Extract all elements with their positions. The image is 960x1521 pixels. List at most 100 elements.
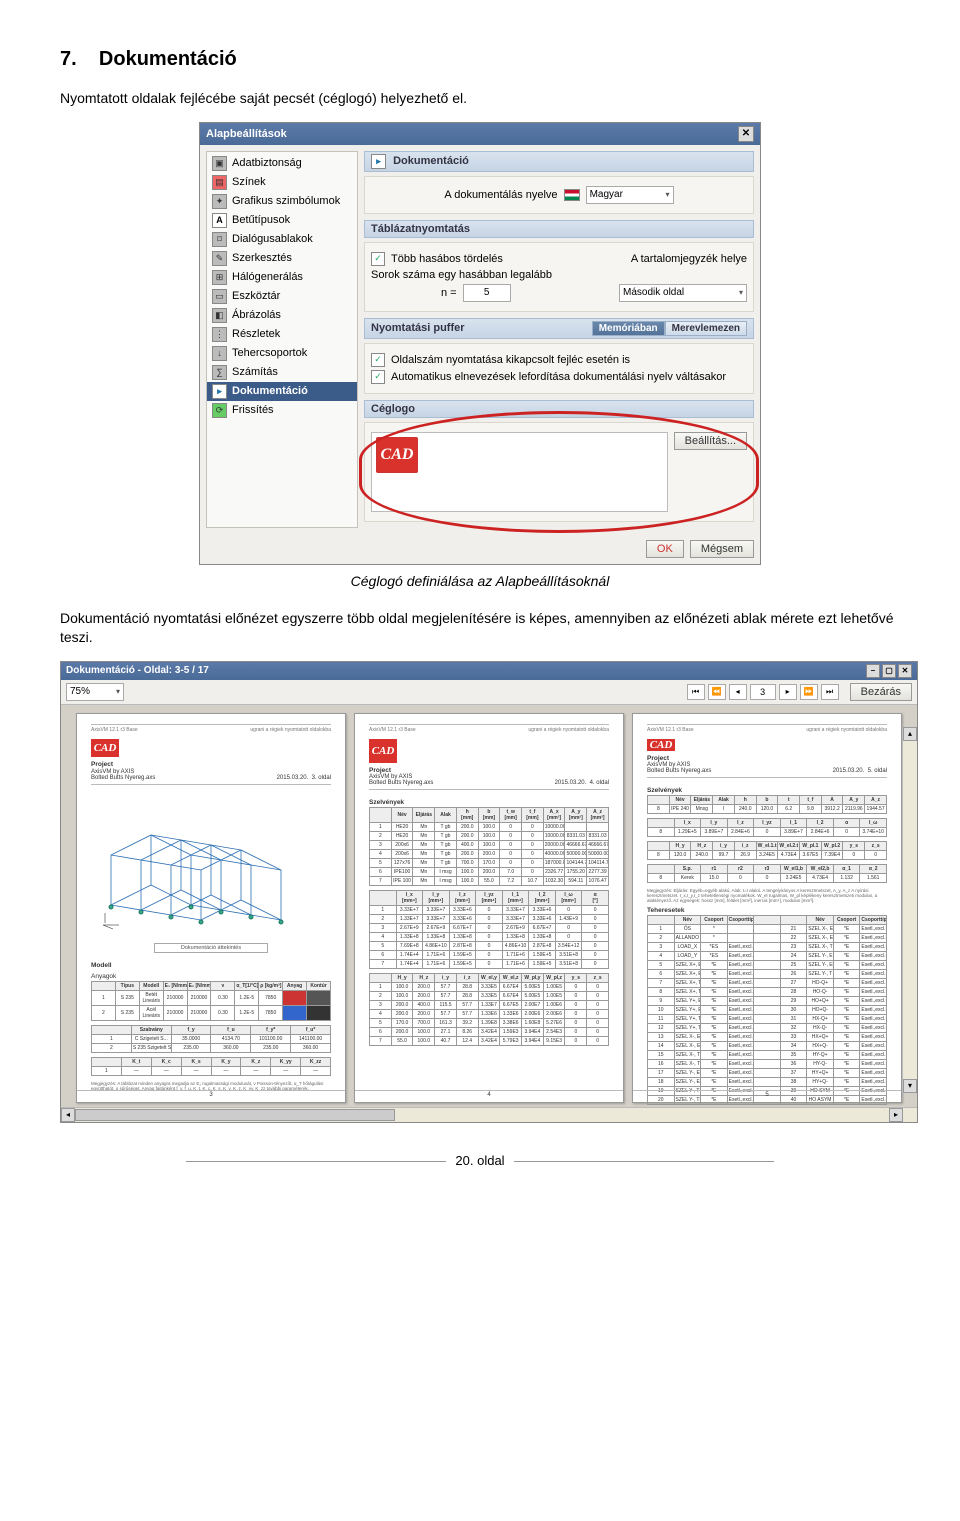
preview-page: AxisVM 12.1 r3 Baseugrani a régiek nyomt…	[632, 713, 902, 1103]
zoom-dropdown[interactable]: 75%	[66, 683, 124, 701]
preview-title: Dokumentáció - Oldal: 3-5 / 17	[66, 665, 209, 676]
buffer-memory-button[interactable]: Memóriában	[592, 321, 665, 336]
sidebar-item-colors[interactable]: ▤Színek	[207, 173, 357, 192]
nav-next-fast-button[interactable]: ⏩	[800, 684, 818, 700]
n-input[interactable]: 5	[463, 284, 511, 302]
sections-p5-table4: S.p.r1r2r3W_el1,bW_el2,bα_1α_2 8Kerek15.…	[647, 864, 887, 883]
multi-column-checkbox[interactable]: ✓	[371, 252, 385, 266]
calc-icon: ∑	[212, 365, 227, 380]
lang-value: Magyar	[590, 189, 623, 200]
sidebar-item-update[interactable]: ⟳Frissítés	[207, 401, 357, 420]
nav-prev-fast-button[interactable]: ⏪	[708, 684, 726, 700]
footer-pagenum: 20. oldal	[455, 1153, 504, 1168]
sidebar-item-label: Számítás	[232, 366, 278, 378]
pagenumber-label: Oldalszám nyomtatása kikapcsolt fejléc e…	[391, 354, 630, 366]
sidebar-item-loads[interactable]: ↓ Tehercsoportok	[207, 344, 357, 363]
project-file: Bolted Butts Nyereg.axs	[647, 768, 711, 775]
sidebar-item-label: Betűtípusok	[232, 214, 290, 226]
close-preview-button[interactable]: Bezárás	[850, 683, 912, 701]
tableprint-section: ✓ Több hasábos tördelés A tartalomjegyzé…	[364, 242, 754, 312]
materials-table: TípusModellE₁ [N/mm²]E₂ [N/mm²]να_T[1/°C…	[91, 981, 331, 1021]
pagenumber-checkbox[interactable]: ✓	[371, 353, 385, 367]
page-footer: 20. oldal	[60, 1153, 900, 1168]
sidebar-item-mesh[interactable]: ⊞Hálógenerálás	[207, 268, 357, 287]
page-number: 4	[355, 1090, 623, 1098]
date: 2015.03.20.	[277, 775, 309, 781]
close-icon[interactable]: ✕	[738, 126, 754, 142]
autotranslate-checkbox[interactable]: ✓	[371, 370, 385, 384]
wireframe-3d-view	[91, 795, 331, 935]
lang-dropdown[interactable]: Magyar	[586, 186, 674, 204]
rows-label: Sorok száma egy hasábban legalább	[371, 269, 552, 281]
dialog-titlebar: Alapbeállítások ✕	[200, 123, 760, 145]
company-logo-icon: CAD	[91, 739, 119, 758]
minimize-icon[interactable]: –	[866, 664, 880, 678]
sections-p5-table1: NévEljárásAlakhbtt_fAA_yA_z 8IPE 240Mnsg…	[647, 795, 887, 814]
scrollbar-thumb[interactable]	[75, 1109, 395, 1121]
maximize-icon[interactable]: ▢	[882, 664, 896, 678]
page-label: 5. oldal	[868, 768, 887, 774]
sidebar-item-calc[interactable]: ∑ Számítás	[207, 363, 357, 382]
sidebar-item-documentation[interactable]: ▸Dokumentáció	[207, 382, 357, 401]
sidebar-item-display[interactable]: ◧Ábrázolás	[207, 306, 357, 325]
sidebar-item-label: Frissítés	[232, 404, 274, 416]
toc-label: A tartalomjegyzék helye	[631, 253, 747, 265]
panel-header-label: Dokumentáció	[393, 155, 469, 167]
symbol-icon: ✦	[212, 194, 227, 209]
vertical-scrollbar[interactable]	[902, 727, 917, 1093]
preview-titlebar: Dokumentáció - Oldal: 3-5 / 17 – ▢ ✕	[61, 662, 917, 680]
nav-last-button[interactable]: ⏭	[821, 684, 839, 700]
flag-hungary-icon	[564, 189, 580, 201]
toc-dropdown[interactable]: Második oldal	[619, 284, 747, 302]
logo-preview-box: CAD	[371, 432, 668, 512]
page-number-input[interactable]: 3	[750, 684, 776, 700]
sidebar-item-symbols[interactable]: ✦Grafikus szimbólumok	[207, 192, 357, 211]
sidebar-item-label: Hálógenerálás	[232, 271, 303, 283]
page-arrow-icon: ▸	[212, 384, 227, 399]
scrollbar-corner	[902, 1108, 917, 1122]
buffer-disk-button[interactable]: Merevlemezen	[665, 321, 747, 336]
preview-toolbar: 75% ⏮ ⏪ ◂ 3 ▸ ⏩ ⏭ Bezárás	[61, 680, 917, 705]
sidebar-item-editing[interactable]: ✎Szerkesztés	[207, 249, 357, 268]
company-logo-icon: CAD	[376, 437, 418, 473]
multi-column-label: Több hasábos tördelés	[391, 253, 503, 265]
buffer-toggle[interactable]: Memóriában Merevlemezen	[592, 321, 747, 336]
sidebar-item-security[interactable]: ▣Adatbiztonság	[207, 154, 357, 173]
ok-button[interactable]: OK	[646, 540, 684, 558]
window-icon: ⌑	[212, 232, 227, 247]
close-icon[interactable]: ✕	[898, 664, 912, 678]
sidebar-item-dialogs[interactable]: ⌑Dialógusablakok	[207, 230, 357, 249]
palette-icon: ▤	[212, 175, 227, 190]
company-logo-icon: CAD	[647, 739, 675, 751]
company-logo-section: CAD Beállítás...	[364, 422, 754, 522]
sidebar-item-label: Tehercsoportok	[232, 347, 307, 359]
detail-icon: ⋮	[212, 327, 227, 342]
section-terhek: Teheresetek	[647, 907, 887, 914]
doc-header-icon: ▸	[371, 154, 386, 169]
preview-page: AxisVM 12.1 r3 Baseugrani a régiek nyomt…	[76, 713, 346, 1103]
sidebar-item-label: Adatbiztonság	[232, 157, 302, 169]
horizontal-scrollbar[interactable]	[61, 1107, 917, 1122]
toolbar-icon: ▭	[212, 289, 227, 304]
sidebar-item-toolbar[interactable]: ▭Eszköztár	[207, 287, 357, 306]
sidebar-item-label: Szerkesztés	[232, 252, 292, 264]
nav-prev-button[interactable]: ◂	[729, 684, 747, 700]
n-value: 5	[484, 287, 490, 298]
n-label: n =	[441, 287, 457, 299]
sidebar-item-details[interactable]: ⋮Részletek	[207, 325, 357, 344]
section-szelvenyek: Szelvények	[369, 799, 609, 806]
load-icon: ↓	[212, 346, 227, 361]
page-label: 4. oldal	[590, 780, 609, 786]
logo-settings-button[interactable]: Beállítás...	[674, 432, 747, 450]
page-number: 5	[633, 1090, 901, 1098]
project-file: Bolted Butts Nyereg.axs	[369, 780, 433, 787]
wireframe-caption: Dokumentáció áttekintés	[154, 943, 268, 953]
cancel-button[interactable]: Mégsem	[690, 540, 754, 558]
lang-section: A dokumentálás nyelve Magyar	[364, 176, 754, 214]
buffer-section: ✓ Oldalszám nyomtatása kikapcsolt fejléc…	[364, 343, 754, 394]
nav-next-button[interactable]: ▸	[779, 684, 797, 700]
project-label: Project	[369, 767, 609, 774]
zoom-value: 75%	[70, 686, 90, 697]
sidebar-item-fonts[interactable]: ABetűtípusok	[207, 211, 357, 230]
nav-first-button[interactable]: ⏮	[687, 684, 705, 700]
